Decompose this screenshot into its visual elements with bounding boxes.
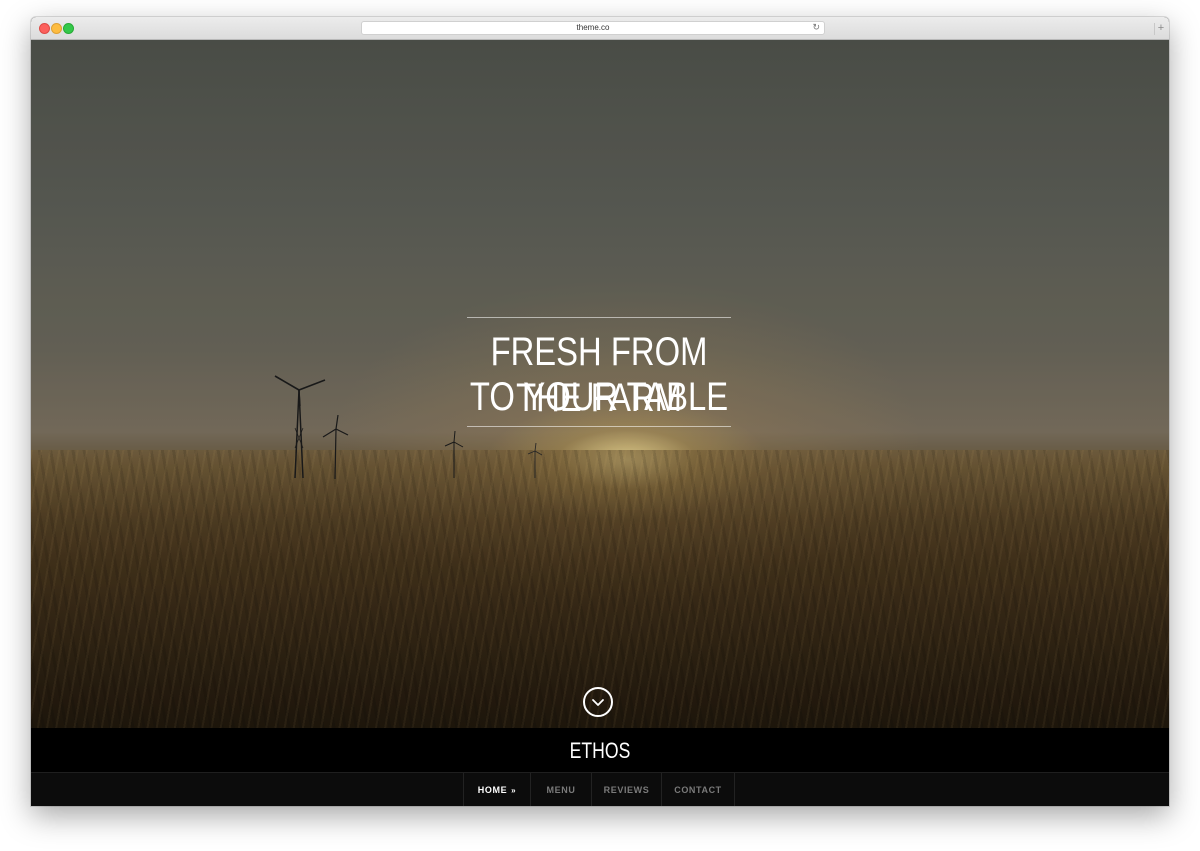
chevron-down-icon (592, 699, 604, 706)
main-navigation: HOME » MENU REVIEWS CONTACT (31, 772, 1169, 806)
nav-item-label: CONTACT (674, 785, 722, 795)
nav-item-label: HOME (477, 785, 508, 795)
site-logo[interactable]: ETHOS (145, 738, 1055, 764)
hero-section: FRESH FROM THE FARM TO YOUR TABLE (31, 40, 1169, 728)
browser-window: theme.co ↻ + FRESH FROM THE FARM TO YOUR… (31, 17, 1169, 806)
nav-item-menu[interactable]: MENU (530, 773, 591, 806)
heading-rule-bottom (467, 426, 731, 427)
address-bar[interactable]: theme.co ↻ (361, 21, 825, 35)
site-header: ETHOS (31, 728, 1169, 772)
heading-rule-top (467, 317, 731, 318)
plus-icon[interactable]: + (1154, 23, 1167, 35)
hero-title-line-2: TO YOUR TABLE (469, 375, 729, 419)
url-text: theme.co (576, 23, 610, 32)
close-window-button[interactable] (39, 23, 50, 34)
reload-icon[interactable]: ↻ (812, 22, 820, 33)
active-marker-icon: » (511, 785, 517, 795)
minimize-window-button[interactable] (51, 23, 62, 34)
nav-item-label: REVIEWS (603, 785, 650, 795)
scroll-down-button[interactable] (583, 687, 613, 717)
nav-menu: HOME » MENU REVIEWS CONTACT (463, 773, 735, 806)
hero-heading: FRESH FROM THE FARM TO YOUR TABLE (467, 317, 731, 429)
zoom-window-button[interactable] (63, 23, 74, 34)
nav-item-reviews[interactable]: REVIEWS (591, 773, 661, 806)
nav-item-label: MENU (546, 785, 576, 795)
nav-item-contact[interactable]: CONTACT (661, 773, 735, 806)
nav-item-home[interactable]: HOME » (463, 773, 530, 806)
browser-titlebar: theme.co ↻ + (31, 17, 1169, 40)
